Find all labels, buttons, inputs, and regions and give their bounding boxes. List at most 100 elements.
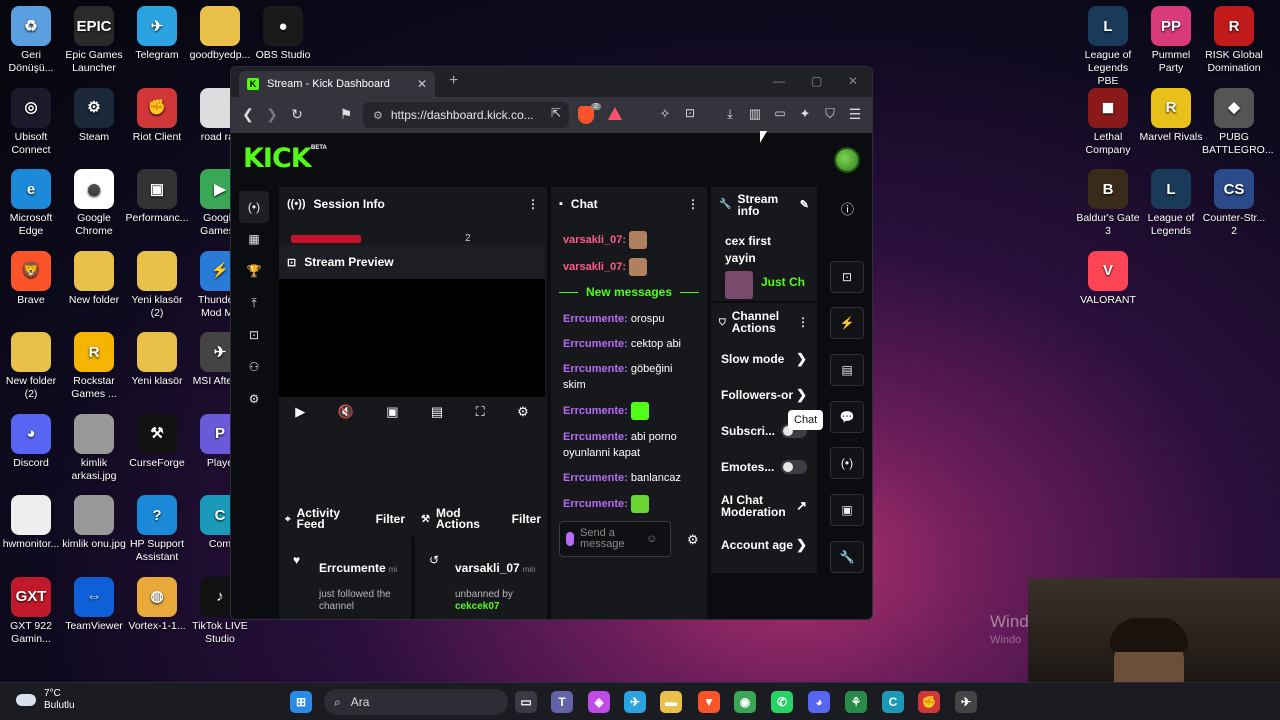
desktop-icon-new-folder-2[interactable]: New folder (2) <box>0 332 63 401</box>
emoji-icon[interactable]: ☺ <box>646 533 657 545</box>
action-slow-mode[interactable]: Slow mode ❯ <box>711 341 817 377</box>
site-settings-icon[interactable]: ⚙ <box>373 109 383 122</box>
reload-icon[interactable]: ↻ <box>288 106 306 123</box>
wallet-icon[interactable]: ▭ <box>771 106 789 120</box>
desktop-icon-yeni-klas-r[interactable]: Yeni klasör <box>125 332 189 388</box>
taskbar-copilot-icon[interactable]: ◈ <box>588 691 610 713</box>
desktop-icon-pummel-party[interactable]: PP Pummel Party <box>1139 6 1203 75</box>
play-icon[interactable]: ▶ <box>295 404 305 420</box>
action-emotes[interactable]: Emotes... <box>711 449 817 485</box>
chat-username[interactable]: varsakli_07: <box>563 261 629 273</box>
desktop-icon-yeni-klas-r-2[interactable]: Yeni klasör (2) <box>125 250 189 320</box>
taskbar-app-teal-icon[interactable]: C <box>882 691 904 713</box>
chat-username[interactable]: varsakli_07: <box>563 234 629 246</box>
chat-username[interactable]: Errcumente: <box>563 472 631 484</box>
sidebar-icon[interactable]: ▥ <box>746 106 764 122</box>
desktop-icon-geri-d-n[interactable]: ♻ Geri Dönüşü... <box>0 6 63 75</box>
activity-user[interactable]: Errcumente <box>319 561 386 575</box>
vpn-icon[interactable]: ⛉ <box>821 106 839 122</box>
mic-icon[interactable] <box>566 532 574 546</box>
rail-notes-icon[interactable]: ▤ <box>830 354 864 386</box>
taskbar-taskview-icon[interactable]: ▭ <box>515 691 537 713</box>
desktop-icon-brave[interactable]: 🦁 Brave <box>0 250 63 307</box>
close-window-icon[interactable]: ✕ <box>848 74 858 88</box>
action-followers-or[interactable]: Followers-or ❯ <box>711 377 817 413</box>
action-ai-chat-moderation[interactable]: AI Chat Moderation ↗ <box>711 485 817 527</box>
leo-ai-icon[interactable]: ✦ <box>796 106 814 122</box>
desktop-icon-baldur-s-gate-3[interactable]: B Baldur's Gate 3 <box>1076 169 1140 238</box>
desktop-icon-new-folder[interactable]: New folder <box>62 250 126 307</box>
chat-username[interactable]: Errcumente: <box>563 363 631 375</box>
user-avatar[interactable] <box>834 147 860 173</box>
activity-filter-button[interactable]: Filter <box>376 512 405 526</box>
taskbar-msi-icon[interactable]: ✈ <box>955 691 977 713</box>
rail-broadcast-icon[interactable]: (•) <box>830 447 864 479</box>
desktop-icon-rockstar-games[interactable]: R Rockstar Games ... <box>62 332 126 401</box>
taskbar-chrome-icon[interactable]: ◉ <box>734 691 756 713</box>
desktop-icon-lethal-company[interactable]: ◼ Lethal Company <box>1076 87 1140 157</box>
desktop-icon-vortex-1-1[interactable]: ◍ Vortex-1-1... <box>125 576 189 633</box>
desktop-icon-league-of-legends-pbe[interactable]: L League of Legends PBE <box>1076 6 1140 88</box>
chat-username[interactable]: Errcumente: <box>563 498 631 510</box>
edit-icon[interactable]: ✎ <box>800 199 809 211</box>
channel-actions-menu-icon[interactable]: ⋮ <box>797 316 809 328</box>
theater-icon[interactable]: ▤ <box>431 404 443 420</box>
chat-username[interactable]: Errcumente: <box>563 338 631 350</box>
taskbar-telegram-icon[interactable]: ✈ <box>624 691 646 713</box>
pip-icon[interactable]: ▣ <box>386 404 398 420</box>
tab-kick-dashboard[interactable]: K Stream - Kick Dashboard ✕ <box>239 71 435 97</box>
desktop-icon-goodbyedp[interactable]: goodbyedp... <box>188 6 252 62</box>
desktop-icon-obs-studio[interactable]: ● OBS Studio <box>251 6 315 62</box>
desktop-icon-hp-support-assistant[interactable]: ? HP Support Assistant <box>125 495 189 564</box>
close-tab-icon[interactable]: ✕ <box>417 77 427 91</box>
player-settings-icon[interactable]: ⚙ <box>517 404 529 420</box>
category-name[interactable]: Just Ch <box>761 275 805 289</box>
external-link-icon[interactable]: ↗ <box>796 498 807 514</box>
taskbar-discord-icon[interactable]: ◕ <box>808 691 830 713</box>
menu-icon[interactable]: ☰ <box>846 106 864 123</box>
desktop-icon-risk-global-domination[interactable]: R RISK Global Domination <box>1202 6 1266 75</box>
taskbar-teams-icon[interactable]: T <box>551 691 573 713</box>
nav-screen-icon[interactable]: ⊡ <box>239 319 269 351</box>
desktop-icon-performanc[interactable]: ▣ Performanc... <box>125 169 189 225</box>
extensions-icon[interactable]: ✧ <box>656 106 674 122</box>
desktop-icon-gxt-922-gamin[interactable]: GXT GXT 922 Gamin... <box>0 576 63 646</box>
desktop-icon-kimlik-onu-jpg[interactable]: kimlik onu.jpg <box>62 495 126 551</box>
mute-icon[interactable]: 🔇 <box>338 404 354 420</box>
taskbar-app-green-icon[interactable]: ⚘ <box>845 691 867 713</box>
taskbar-start-icon[interactable]: ⊞ <box>290 691 312 713</box>
share-icon[interactable]: ⇱ <box>547 106 565 120</box>
rail-wrench-icon[interactable]: 🔧 <box>830 541 864 573</box>
rail-mod-icon[interactable]: ▣ <box>830 494 864 526</box>
kick-logo[interactable]: KICK <box>243 143 312 174</box>
screenshot-icon[interactable]: ⊡ <box>681 106 699 120</box>
desktop-icon-teamviewer[interactable]: ⇔ TeamViewer <box>62 576 126 633</box>
rail-quick-actions-icon[interactable]: ⚡ <box>830 307 864 339</box>
taskbar-brave-icon[interactable]: ▼ <box>698 691 720 713</box>
chat-menu-icon[interactable]: ⋮ <box>687 197 699 211</box>
mod-item-user[interactable]: varsakli_07 <box>455 561 520 575</box>
chat-username[interactable]: Errcumente: <box>563 313 631 325</box>
rail-chat-icon[interactable]: 💬 <box>830 401 864 433</box>
desktop-icon-telegram[interactable]: ✈ Telegram <box>125 6 189 62</box>
desktop-icon-marvel-rivals[interactable]: R Marvel Rivals <box>1139 87 1203 144</box>
nav-community-icon[interactable]: ⚇ <box>239 351 269 383</box>
taskbar-explorer-icon[interactable]: ▬ <box>660 691 682 713</box>
desktop-icon-ubisoft-connect[interactable]: ◎ Ubisoft Connect <box>0 87 63 157</box>
desktop-icon-steam[interactable]: ⚙ Steam <box>62 87 126 144</box>
chat-username[interactable]: Errcumente: <box>563 431 631 443</box>
desktop-icon-kimlik-arkasi-jpg[interactable]: kimlik arkasi.jpg <box>62 413 126 483</box>
toggle-switch[interactable] <box>781 460 807 474</box>
bookmark-icon[interactable]: ⚑ <box>337 106 355 123</box>
session-menu-icon[interactable]: ⋮ <box>527 197 539 211</box>
download-icon[interactable]: ⤓ <box>721 106 739 122</box>
maximize-icon[interactable]: ▢ <box>811 74 822 88</box>
desktop-icon-riot-client[interactable]: ✊ Riot Client <box>125 87 189 144</box>
desktop-icon-hwmonitor[interactable]: hwmonitor... <box>0 495 63 551</box>
desktop-icon-discord[interactable]: ◕ Discord <box>0 413 63 470</box>
rail-preview-icon[interactable]: ⊡ <box>830 261 864 293</box>
minimize-icon[interactable]: — <box>773 74 785 88</box>
desktop-icon-league-of-legends[interactable]: L League of Legends <box>1139 169 1203 238</box>
nav-stream-icon[interactable]: (•) <box>239 191 269 223</box>
fullscreen-icon[interactable]: ⛶ <box>476 404 485 420</box>
